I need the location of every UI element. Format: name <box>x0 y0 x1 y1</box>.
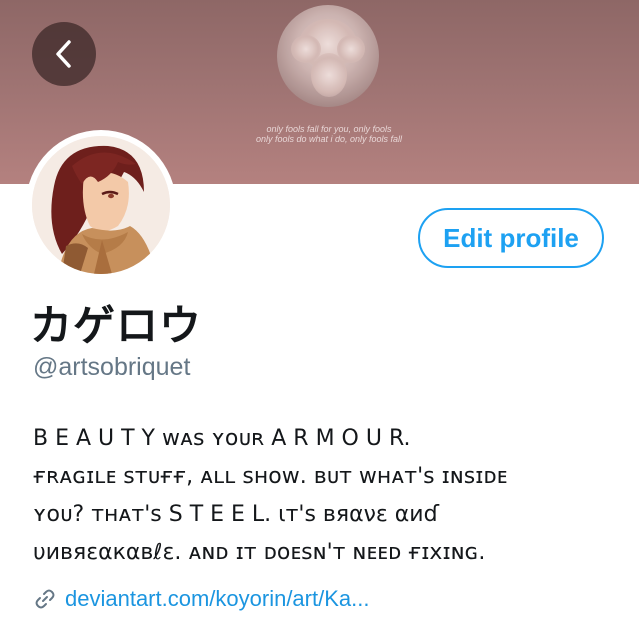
avatar[interactable] <box>26 130 176 280</box>
bio-line-1: B E A U T Y ᴡᴀs ʏᴏᴜʀ A R M O U R. <box>33 426 411 451</box>
bio-line-2: ғʀᴀɢɪʟᴇ sᴛᴜғғ, ᴀʟʟ sʜᴏᴡ. ʙᴜᴛ ᴡʜᴀᴛ'ѕ ɪɴsɪ… <box>33 464 508 489</box>
banner-flower-portrait <box>277 5 379 107</box>
bio-line-4: υивяεαкαвℓε. ᴀɴᴅ ɪᴛ ᴅᴏᴇsɴ'ᴛ ɴᴇᴇᴅ ғɪxɪɴɢ. <box>33 540 486 565</box>
banner-quote-line-1: only fools fall for you, only fools <box>266 124 392 134</box>
edit-profile-button[interactable]: Edit profile <box>418 208 604 268</box>
banner-quote-line-2: only fools do what i do, only fools fall <box>255 134 403 144</box>
website-link[interactable]: deviantart.com/koyorin/art/Ka... <box>65 586 369 612</box>
banner-quote: only fools fall for you, only fools only… <box>180 124 478 144</box>
avatar-image <box>32 136 170 274</box>
profile-website[interactable]: deviantart.com/koyorin/art/Ka... <box>33 586 369 612</box>
chevron-left-icon <box>56 40 71 68</box>
bio-line-3: ʏᴏᴜ? ᴛʜᴀᴛ's S T E E L. ιт's вяανε αиɗ <box>33 502 439 527</box>
link-icon <box>35 589 55 609</box>
user-handle: @artsobriquet <box>33 353 191 381</box>
profile-bio: B E A U T Y ᴡᴀs ʏᴏᴜʀ A R M O U R. ғʀᴀɢɪʟ… <box>33 420 613 572</box>
back-button[interactable] <box>32 22 96 86</box>
display-name: カゲロウ <box>30 301 203 350</box>
